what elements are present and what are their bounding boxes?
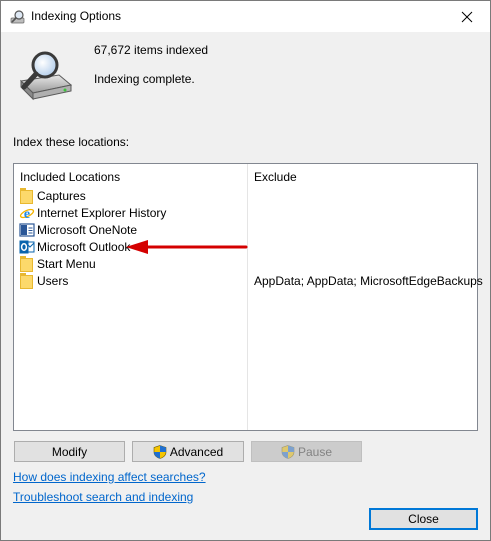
- location-name: Captures: [37, 189, 86, 203]
- included-locations-list[interactable]: Included Locations Exclude Captures e In…: [13, 163, 483, 431]
- location-name: Microsoft Outlook: [37, 240, 131, 254]
- close-window-button[interactable]: [444, 1, 490, 32]
- uac-shield-icon: [281, 444, 295, 459]
- table-row[interactable]: Users AppData; AppData; MicrosoftEdgeBac…: [14, 273, 483, 290]
- table-row[interactable]: Microsoft OneNote: [14, 222, 477, 239]
- indexing-options-window: Indexing Options 67,672 items indexed In…: [0, 0, 491, 541]
- title-bar: Indexing Options: [1, 1, 490, 32]
- table-row[interactable]: e Internet Explorer History: [14, 205, 477, 222]
- folder-icon: [20, 256, 33, 272]
- outlook-icon: [19, 240, 35, 254]
- onenote-icon: [19, 223, 35, 237]
- advanced-button[interactable]: Advanced: [132, 441, 244, 462]
- close-icon: [461, 11, 473, 22]
- advanced-button-label: Advanced: [169, 444, 224, 459]
- how-indexing-affects-searches-link[interactable]: How does indexing affect searches?: [13, 470, 206, 484]
- index-locations-label: Index these locations:: [13, 135, 130, 149]
- close-button[interactable]: Close: [369, 508, 478, 530]
- table-row[interactable]: Microsoft Outlook: [14, 239, 477, 256]
- exclude-value: AppData; AppData; MicrosoftEdgeBackups: [254, 274, 483, 288]
- folder-icon: [20, 188, 33, 204]
- svg-text:e: e: [24, 207, 30, 221]
- location-name: Users: [37, 274, 69, 288]
- indexing-options-icon: [10, 10, 25, 24]
- column-header-included-locations[interactable]: Included Locations: [20, 170, 120, 184]
- modify-button[interactable]: Modify: [14, 441, 125, 462]
- red-arrow-annotation: [126, 240, 248, 254]
- uac-shield-icon: [153, 444, 167, 459]
- indexing-status: Indexing complete.: [94, 72, 195, 86]
- pause-button[interactable]: Pause: [251, 441, 362, 462]
- troubleshoot-indexing-link[interactable]: Troubleshoot search and indexing: [13, 490, 193, 504]
- folder-icon: [20, 273, 33, 289]
- internet-explorer-icon: e: [19, 207, 35, 221]
- pause-button-label: Pause: [297, 444, 333, 459]
- location-name: Internet Explorer History: [37, 206, 167, 220]
- table-row[interactable]: Captures: [14, 188, 477, 205]
- table-row[interactable]: Start Menu: [14, 256, 477, 273]
- column-header-exclude[interactable]: Exclude: [254, 170, 297, 184]
- items-indexed-count: 67,672 items indexed: [94, 43, 209, 57]
- location-name: Microsoft OneNote: [37, 223, 138, 237]
- indexing-magnifier-drive-icon: [19, 51, 73, 101]
- window-title: Indexing Options: [31, 9, 122, 23]
- location-name: Start Menu: [37, 257, 96, 271]
